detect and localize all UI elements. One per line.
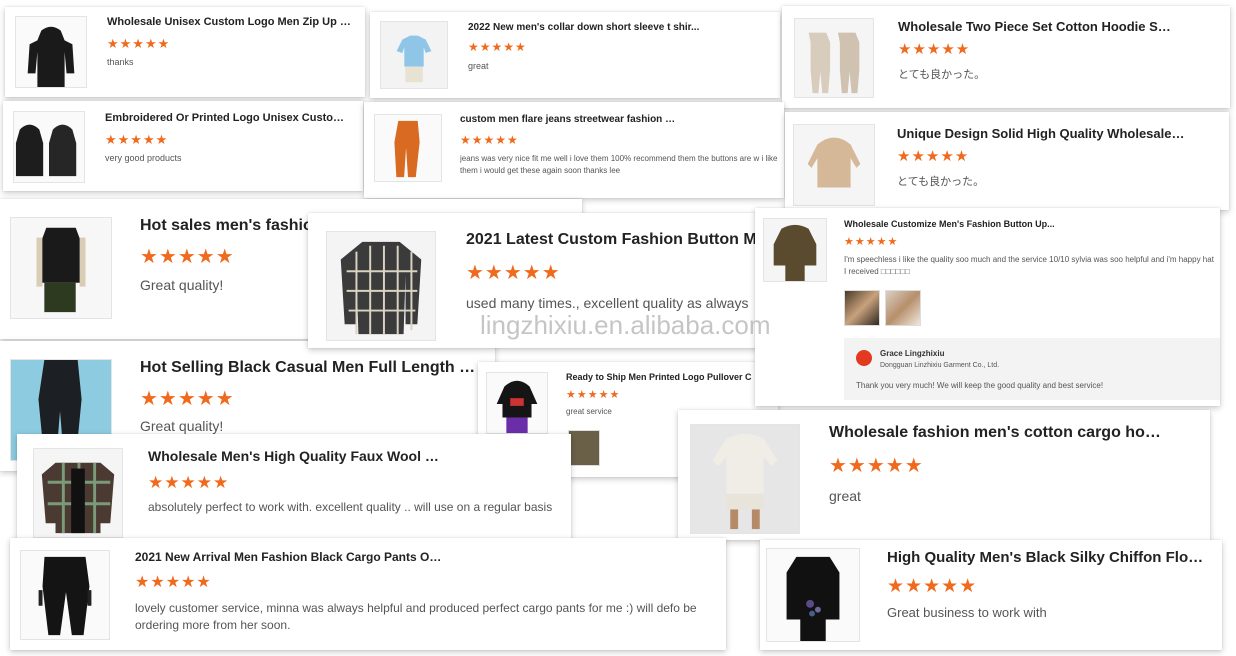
seller-message: Thank you very much! We will keep the go… (856, 381, 1104, 390)
product-image[interactable] (766, 548, 860, 642)
star-rating: ★★★★★ (148, 473, 230, 492)
star-rating: ★★★★★ (829, 455, 924, 477)
review-comment: lovely customer service, minna was alway… (135, 601, 697, 632)
product-image[interactable] (690, 424, 800, 534)
review-card: High Quality Men's Black Silky Chiffon F… (760, 540, 1222, 650)
review-card: Unique Design Solid High Quality Wholesa… (785, 112, 1229, 210)
product-title[interactable]: Wholesale Men's High Quality Faux Wool C… (148, 448, 448, 464)
star-rating: ★★★★★ (140, 388, 235, 410)
star-rating: ★★★★★ (844, 236, 899, 248)
review-comment: absolutely perfect to work with. excelle… (148, 500, 553, 514)
product-image[interactable] (33, 448, 123, 538)
product-image[interactable] (380, 21, 448, 89)
product-title[interactable]: Wholesale Two Piece Set Cotton Hoodie Se… (898, 19, 1178, 34)
review-comment: great (468, 61, 489, 71)
star-rating: ★★★★★ (466, 262, 561, 284)
review-comment: Great business to work with (887, 605, 1047, 620)
review-comment: thanks (107, 57, 134, 67)
product-title[interactable]: 2021 Latest Custom Fashion Button M (466, 231, 760, 249)
star-rating: ★★★★★ (107, 36, 171, 51)
product-title[interactable]: High Quality Men's Black Silky Chiffon F… (887, 549, 1207, 566)
star-rating: ★★★★★ (898, 41, 971, 58)
star-rating: ★★★★★ (897, 148, 970, 165)
star-rating: ★★★★★ (460, 133, 519, 147)
review-card: Wholesale Two Piece Set Cotton Hoodie Se… (782, 6, 1230, 108)
review-card: custom men flare jeans streetwear fashio… (364, 102, 784, 198)
review-comment: とても良かった。 (897, 176, 985, 188)
product-title[interactable]: 2021 New Arrival Men Fashion Black Cargo… (135, 550, 445, 564)
review-card: 2022 New men's collar down short sleeve … (370, 12, 780, 98)
review-comment: jeans was very nice fit me well i love t… (460, 154, 778, 175)
review-photo[interactable] (885, 290, 921, 326)
review-card: Wholesale Customize Men's Fashion Button… (755, 208, 1220, 406)
seller-company: Dongguan Linzhixiu Garment Co., Ltd. (880, 362, 1000, 369)
review-card: 2021 New Arrival Men Fashion Black Cargo… (10, 538, 726, 650)
review-card: Wholesale Unisex Custom Logo Men Zip Up … (5, 7, 365, 97)
product-image[interactable] (15, 16, 87, 88)
star-rating: ★★★★★ (566, 389, 621, 401)
product-image[interactable] (486, 372, 548, 434)
star-rating: ★★★★★ (887, 576, 978, 597)
review-card: Embroidered Or Printed Logo Unisex Custo… (3, 101, 363, 191)
review-comment: used many times., excellent quality as a… (466, 295, 749, 311)
product-image[interactable] (326, 231, 436, 341)
product-title[interactable]: Wholesale Customize Men's Fashion Button… (844, 219, 1084, 229)
product-image[interactable] (794, 18, 874, 98)
review-comment: great (829, 488, 861, 504)
seller-avatar (856, 350, 872, 366)
product-image[interactable] (793, 124, 875, 206)
review-comment: とても良かった。 (898, 69, 986, 81)
review-card: Wholesale Men's High Quality Faux Wool C… (17, 434, 571, 544)
review-card: 2021 Latest Custom Fashion Button M ★★★★… (308, 213, 760, 348)
product-image[interactable] (20, 550, 110, 640)
review-comment: very good products (105, 153, 182, 163)
review-photo[interactable] (844, 290, 880, 326)
product-title[interactable]: Wholesale fashion men's cotton cargo hoo… (829, 424, 1169, 442)
star-rating: ★★★★★ (140, 246, 235, 268)
product-title[interactable]: Hot Selling Black Casual Men Full Length… (140, 359, 480, 377)
product-title[interactable]: custom men flare jeans streetwear fashio… (460, 114, 680, 125)
product-title[interactable]: 2022 New men's collar down short sleeve … (468, 22, 708, 33)
review-comment: I'm speechless i like the quality soo mu… (844, 255, 1214, 276)
product-title[interactable]: Ready to Ship Men Printed Logo Pullover … (566, 372, 771, 382)
product-image[interactable] (10, 217, 112, 319)
product-image[interactable] (13, 111, 85, 183)
product-image[interactable] (763, 218, 827, 282)
product-title[interactable]: Embroidered Or Printed Logo Unisex Custo… (105, 112, 350, 124)
seller-name: Grace Lingzhixiu (880, 349, 945, 358)
seller-reply: Grace Lingzhixiu Dongguan Linzhixiu Garm… (844, 338, 1220, 400)
star-rating: ★★★★★ (105, 132, 169, 147)
review-card: Wholesale fashion men's cotton cargo hoo… (678, 410, 1210, 540)
product-image[interactable] (374, 114, 442, 182)
review-photo[interactable] (568, 430, 600, 466)
star-rating: ★★★★★ (135, 574, 212, 591)
review-comment: Great quality! (140, 418, 224, 434)
product-title[interactable]: Unique Design Solid High Quality Wholesa… (897, 126, 1187, 141)
product-title[interactable]: Wholesale Unisex Custom Logo Men Zip Up … (107, 16, 357, 28)
star-rating: ★★★★★ (468, 40, 527, 54)
